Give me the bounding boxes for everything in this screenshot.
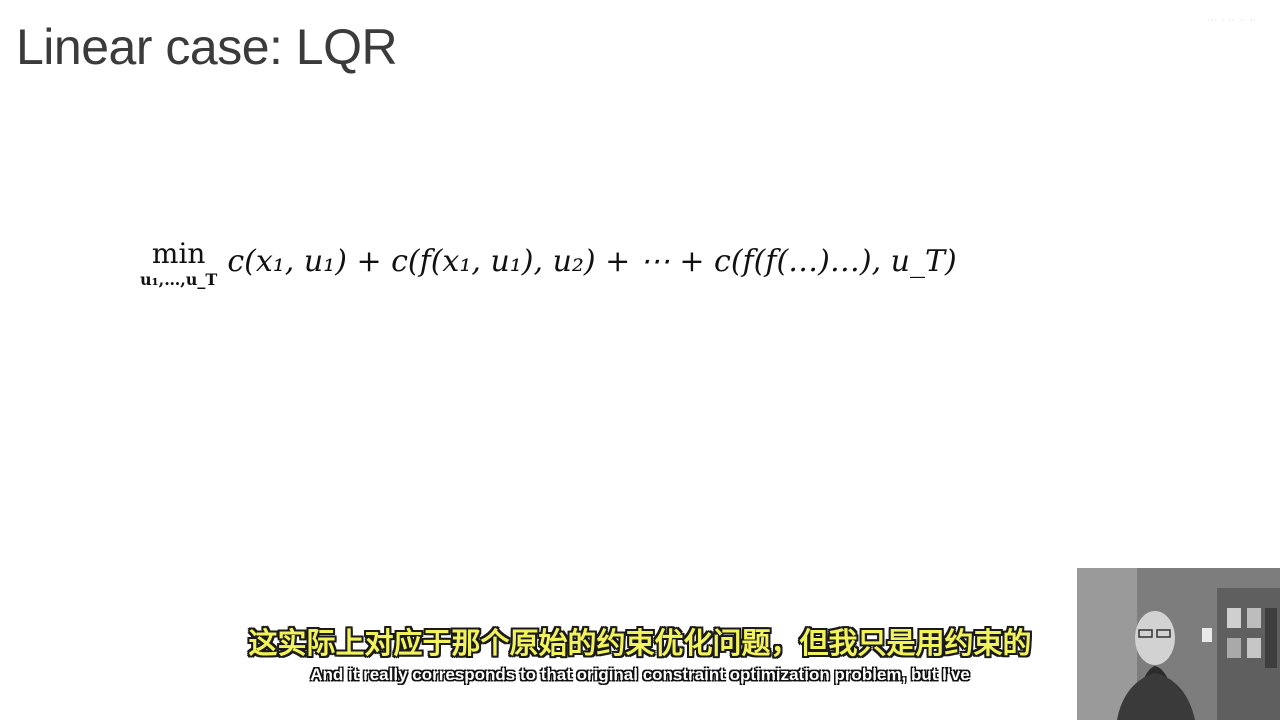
- webcam-image: [1077, 568, 1280, 720]
- min-operator: min: [151, 237, 206, 270]
- presenter-webcam: [1077, 568, 1280, 720]
- slide-title: Linear case: LQR: [16, 19, 398, 75]
- lqr-objective-equation: min u₁,…,u_T c(x₁, u₁) + c(f(x₁, u₁), u₂…: [140, 238, 957, 290]
- objective-expression: c(x₁, u₁) + c(f(x₁, u₁), u₂) + ⋯ + c(f(f…: [227, 244, 957, 279]
- slide: Linear case: LQR ··· · ·· ·· ·· min u₁,……: [0, 0, 1280, 720]
- min-operator-block: min u₁,…,u_T: [140, 238, 217, 290]
- watermark: ··· · ·· ·· ··: [1207, 14, 1256, 27]
- min-subscript: u₁,…,u_T: [140, 270, 218, 289]
